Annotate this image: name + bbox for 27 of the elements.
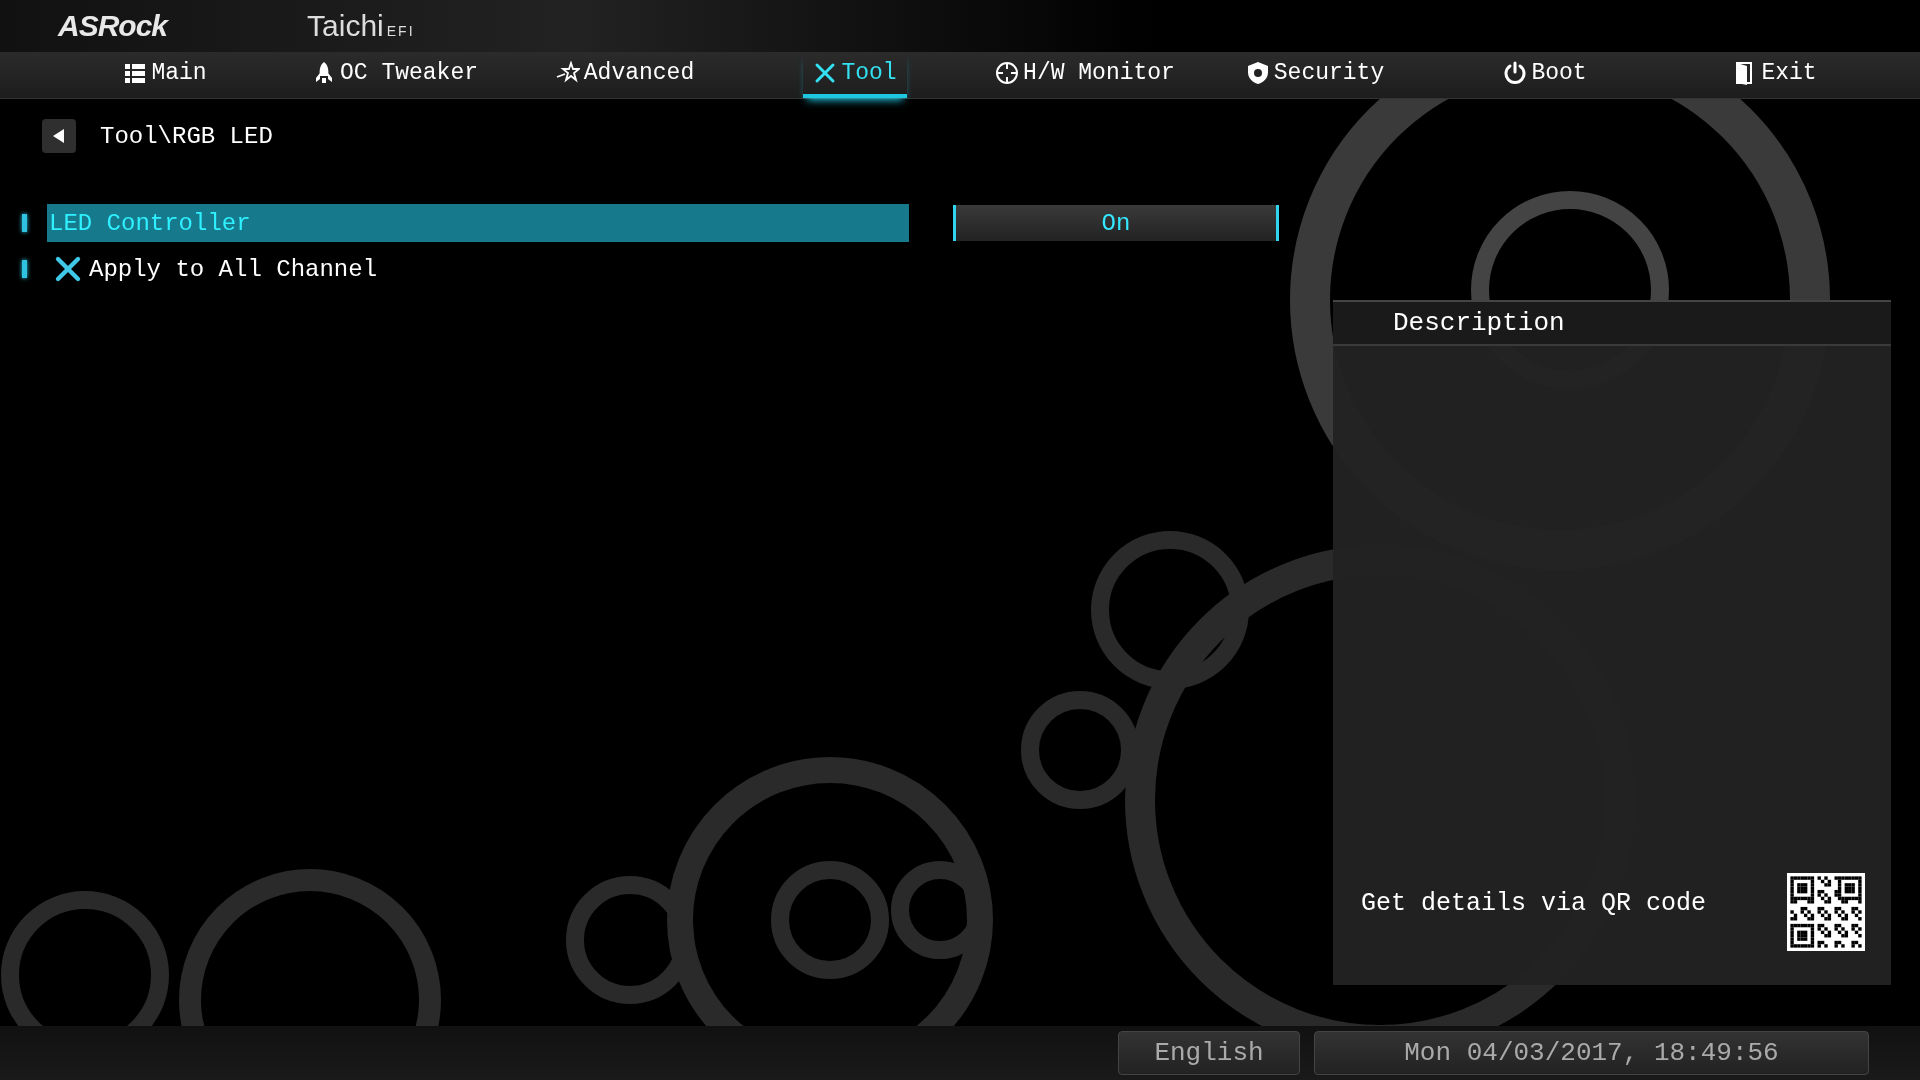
list-icon [123, 61, 148, 85]
qr-hint: Get details via QR code [1361, 888, 1707, 918]
brand-logo: ASRock [58, 9, 168, 43]
menu-item[interactable]: Apply to All Channel [47, 250, 909, 288]
tab[interactable]: H/W Monitor [985, 52, 1185, 98]
shield-icon [1245, 61, 1270, 85]
menu-item[interactable]: LED Controller [47, 204, 909, 242]
tab[interactable]: Boot [1493, 52, 1597, 98]
tab[interactable]: OC Tweaker [302, 52, 488, 98]
star-icon [555, 61, 580, 85]
tab[interactable]: Advanced [545, 52, 705, 98]
panel-title: Description [1393, 308, 1565, 338]
back-arrow-icon [53, 129, 65, 143]
language-button[interactable]: English [1118, 1031, 1300, 1075]
crosshair-icon [995, 61, 1020, 85]
tab[interactable]: Main [113, 52, 217, 98]
date-time: Mon 04/03/2017, 18:49:56 [1314, 1031, 1869, 1075]
value-dropdown[interactable]: On [953, 205, 1279, 241]
tab[interactable]: Exit [1723, 52, 1827, 98]
back-button[interactable] [42, 119, 76, 153]
item-marker [22, 260, 27, 278]
power-icon [1503, 61, 1528, 85]
tab[interactable]: Security [1235, 52, 1395, 98]
breadcrumb: Tool\RGB LED [100, 122, 273, 150]
tab[interactable]: Tool [803, 52, 907, 98]
item-marker [22, 214, 27, 232]
product-logo: Taichi EFI [307, 9, 415, 43]
